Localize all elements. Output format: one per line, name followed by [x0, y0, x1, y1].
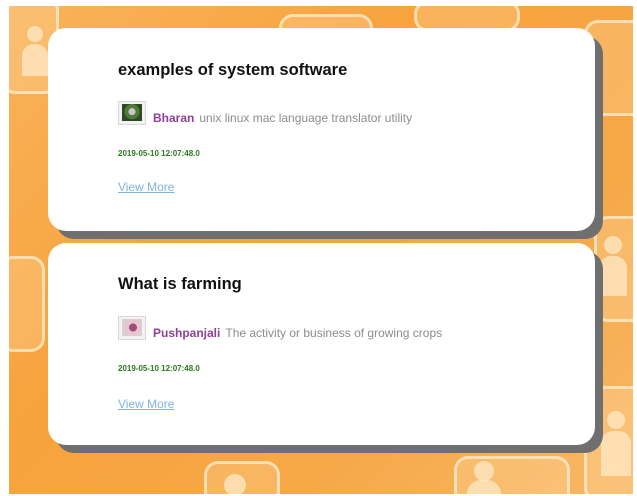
post-description: The activity or business of growing crop…	[225, 326, 443, 340]
post-card: examples of system software Bharan unix …	[48, 28, 595, 231]
view-more-link[interactable]: View More	[118, 397, 174, 411]
view-more-link[interactable]: View More	[118, 180, 174, 194]
user-photo-icon	[118, 101, 146, 125]
page-background: examples of system software Bharan unix …	[9, 6, 633, 494]
post-meta: Pushpanjali The activity or business of …	[118, 312, 442, 340]
post-title: examples of system software	[118, 61, 348, 79]
post-title: What is farming	[118, 275, 242, 293]
post-card: What is farming Pushpanjali The activity…	[48, 243, 595, 445]
background-decoration	[607, 411, 625, 429]
background-decoration	[9, 256, 45, 352]
post-meta: Bharan unix linux mac language translato…	[118, 97, 412, 125]
background-decoration	[474, 461, 494, 481]
post-timestamp: 2019-05-10 12:07:48.0	[118, 149, 200, 158]
background-decoration	[601, 431, 631, 476]
author-name[interactable]: Bharan	[153, 111, 194, 125]
user-photo-icon	[118, 316, 146, 340]
post-description: unix linux mac language translator utili…	[199, 111, 413, 125]
post-timestamp: 2019-05-10 12:07:48.0	[118, 364, 200, 373]
background-decoration	[27, 26, 43, 42]
background-decoration	[604, 236, 622, 254]
background-decoration	[599, 256, 627, 296]
background-decoration	[224, 474, 246, 494]
background-decoration	[22, 44, 48, 76]
author-name[interactable]: Pushpanjali	[153, 326, 220, 340]
